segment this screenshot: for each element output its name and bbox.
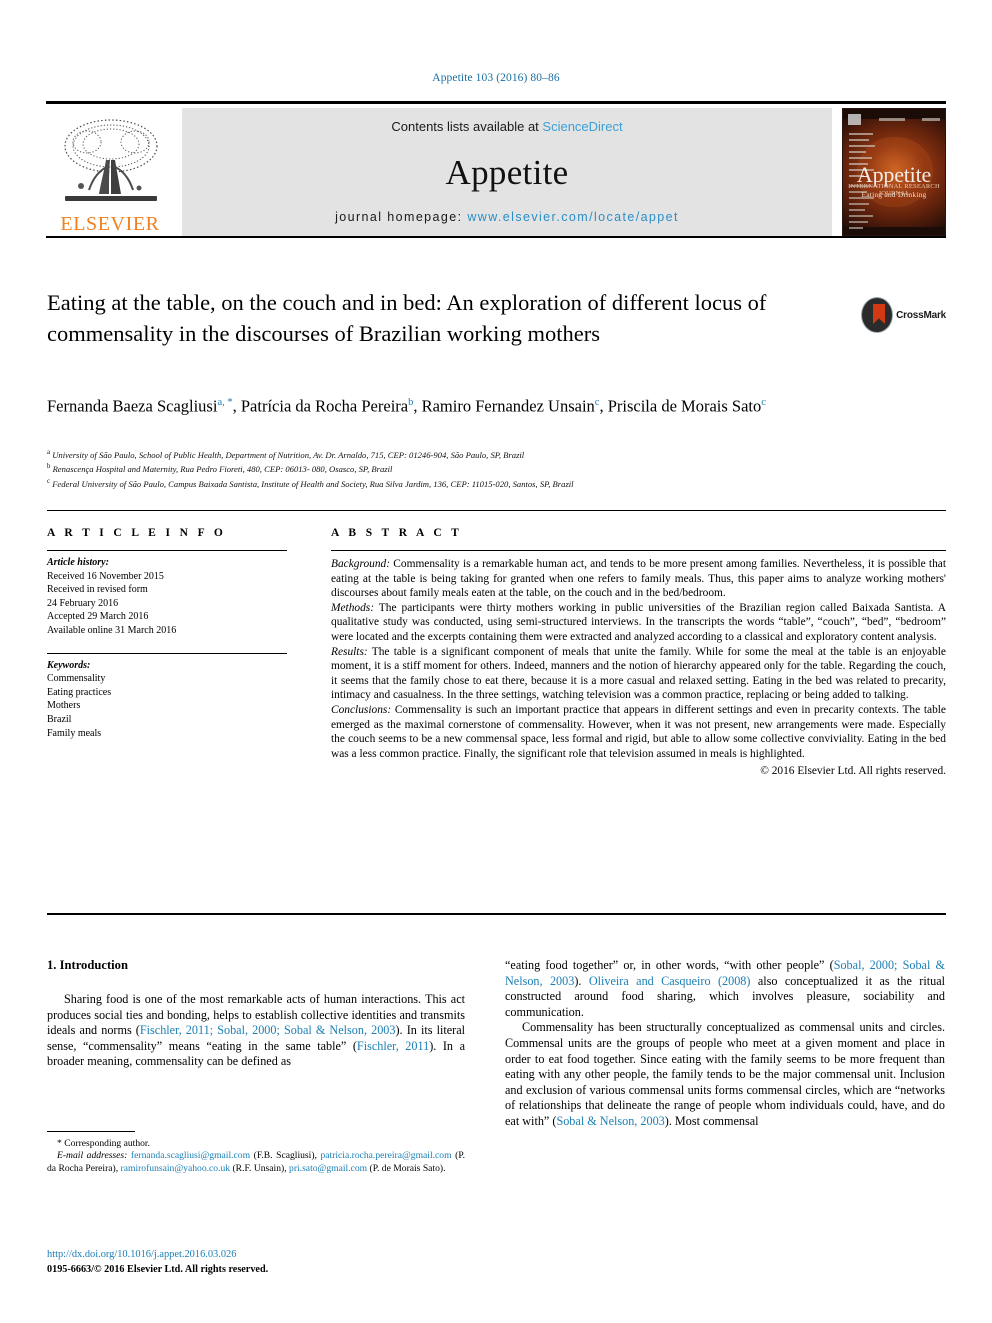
abstract-section-label: Results: (331, 645, 368, 658)
info-band-top-rule (47, 510, 946, 511)
keyword-item: Commensality (47, 673, 106, 685)
crossmark-badge[interactable]: CrossMark (862, 292, 946, 338)
author-2: Patrícia da Rocha Pereira (240, 396, 409, 416)
info-band-bottom-rule (47, 913, 946, 915)
elsevier-tree-icon (51, 116, 169, 213)
section-heading-introduction: 1. Introduction (47, 958, 128, 972)
journal-title: Appetite (445, 152, 569, 192)
citation-link[interactable]: Sobal & Nelson, 2003 (556, 1114, 664, 1128)
keywords-block: Keywords: Commensality Eating practices … (47, 654, 287, 741)
email-link[interactable]: pri.sato@gmail.com (289, 1163, 367, 1174)
contents-list-line: Contents lists available at ScienceDirec… (391, 119, 622, 134)
author-4: Priscila de Morais Sato (607, 396, 762, 416)
abstract-copyright: © 2016 Elsevier Ltd. All rights reserved… (760, 765, 946, 778)
abstract-heading: A B S T R A C T (331, 527, 463, 539)
homepage-url-link[interactable]: www.elsevier.com/locate/appet (467, 210, 679, 224)
affiliation-marker: c (47, 477, 51, 485)
citation-link[interactable]: Oliveira and Casqueiro (2008) (589, 974, 751, 988)
article-info-column: A R T I C L E I N F O Article history: R… (47, 527, 287, 740)
history-item: Available online 31 March 2016 (47, 624, 177, 636)
abstract-section-label: Conclusions: (331, 703, 392, 716)
author-1-marker: a, * (217, 397, 233, 408)
author-4-marker: c (761, 397, 766, 408)
footnote-rule (47, 1131, 135, 1132)
abstract-section-label: Methods: (331, 601, 375, 614)
email-link[interactable]: patricia.rocha.pereira@gmail.com (320, 1150, 451, 1161)
paragraph-text: ). Most commensal (664, 1113, 759, 1128)
affiliation-text: Federal University of São Paulo, Campus … (52, 478, 574, 489)
abstract-section-text: The participants were thirty mothers wor… (331, 601, 946, 643)
citation-link[interactable]: Fischler, 2011 (357, 1039, 429, 1053)
running-head: Appetite 103 (2016) 80–86 (432, 72, 560, 84)
intro-paragraph-right-2: Commensality has been structurally conce… (505, 1020, 945, 1129)
history-item: 24 February 2016 (47, 597, 119, 609)
article-page: Appetite 103 (2016) 80–86 ELSEVIER Conte… (0, 0, 992, 1323)
body-column-left: 1. Introduction Sharing food is one of t… (47, 958, 465, 1070)
email-addresses-label: E-mail addresses: (57, 1150, 128, 1162)
author-2-marker: b (408, 397, 414, 408)
corresponding-author-note: * Corresponding author. (57, 1138, 150, 1149)
article-info-heading: A R T I C L E I N F O (47, 527, 227, 539)
contents-prefix: Contents lists available at (391, 119, 543, 134)
citation-link[interactable]: Fischler, 2011; Sobal, 2000; Sobal & Nel… (140, 1023, 396, 1037)
paragraph-text: Commensality has been structurally conce… (505, 1020, 945, 1128)
abstract-section-text: The table is a significant component of … (331, 645, 946, 702)
masthead-banner: Contents lists available at ScienceDirec… (182, 108, 832, 236)
affiliation-list: a University of São Paulo, School of Pub… (47, 447, 927, 490)
abstract-section-text: Commensality is a remarkable human act, … (331, 558, 946, 600)
keyword-item: Family meals (47, 727, 102, 739)
author-3-marker: c (594, 397, 600, 408)
journal-homepage-line: journal homepage: www.elsevier.com/locat… (335, 210, 679, 224)
author-list: Fernanda Baeza Scagliusia, *, Patrícia d… (47, 396, 766, 416)
affiliation-marker: a (47, 449, 51, 456)
email-owner: (F.B. Scagliusi), (250, 1150, 321, 1162)
affiliation-item: c Federal University of São Paulo, Campu… (47, 476, 927, 490)
intro-paragraph-right-1: “eating food together” or, in other word… (505, 958, 945, 1020)
issn-copyright: 0195-6663/© 2016 Elsevier Ltd. All right… (47, 1263, 269, 1275)
paragraph-text: ). (574, 973, 589, 988)
abstract-section-text: Commensality is such an important practi… (331, 703, 946, 760)
doi-link[interactable]: http://dx.doi.org/10.1016/j.appet.2016.0… (47, 1248, 487, 1263)
article-history-block: Article history: Received 16 November 20… (47, 551, 287, 638)
keywords-label: Keywords: (47, 659, 91, 671)
author-1: Fernanda Baeza Scagliusi (47, 396, 218, 416)
body-column-right: “eating food together” or, in other word… (505, 958, 945, 1130)
affiliation-marker: b (47, 463, 51, 471)
email-owner: (R.F. Unsain), (230, 1162, 290, 1174)
keyword-item: Brazil (47, 713, 72, 725)
masthead-bottom-rule (46, 236, 946, 238)
email-owner: (P. de Morais Sato). (367, 1162, 446, 1174)
journal-cover-thumbnail: Appetite INTERNATIONAL RESEARCH JOURNAL … (842, 108, 946, 236)
history-item: Received in revised form (47, 584, 148, 596)
keyword-item: Eating practices (47, 686, 112, 698)
page-title: Eating at the table, on the couch and in… (47, 290, 767, 346)
elsevier-wordmark: ELSEVIER (60, 213, 160, 235)
keyword-item: Mothers (47, 700, 81, 712)
affiliation-text: Renascença Hospital and Maternity, Rua P… (52, 464, 393, 475)
affiliation-text: University of São Paulo, School of Publi… (52, 449, 525, 460)
sciencedirect-link[interactable]: ScienceDirect (542, 119, 622, 134)
abstract-body: Background: Commensality is a remarkable… (331, 551, 946, 779)
elsevier-logo: ELSEVIER (46, 108, 174, 236)
email-link[interactable]: fernanda.scagliusi@gmail.com (131, 1150, 250, 1161)
affiliation-item: a University of São Paulo, School of Pub… (47, 447, 927, 461)
abstract-column: A B S T R A C T Background: Commensality… (331, 527, 946, 779)
footnote-block: * Corresponding author. E-mail addresses… (47, 1138, 465, 1175)
abstract-section-label: Background: (331, 558, 391, 570)
paragraph-text: “eating food together” or, in other word… (505, 958, 834, 972)
history-item: Accepted 29 March 2016 (47, 611, 149, 623)
journal-masthead: ELSEVIER Contents lists available at Sci… (46, 101, 946, 236)
homepage-prefix: journal homepage: (335, 210, 468, 224)
author-3: Ramiro Fernandez Unsain (421, 396, 595, 416)
history-item: Received 16 November 2015 (47, 570, 164, 582)
intro-paragraph-left: Sharing food is one of the most remarkab… (47, 992, 465, 1070)
affiliation-item: b Renascença Hospital and Maternity, Rua… (47, 461, 927, 475)
doi-block: http://dx.doi.org/10.1016/j.appet.2016.0… (47, 1248, 487, 1277)
email-link[interactable]: ramirofunsain@yahoo.co.uk (121, 1163, 231, 1174)
article-history-label: Article history: (47, 557, 109, 568)
crossmark-label: CrossMark (896, 309, 946, 321)
crossmark-icon (862, 298, 893, 332)
